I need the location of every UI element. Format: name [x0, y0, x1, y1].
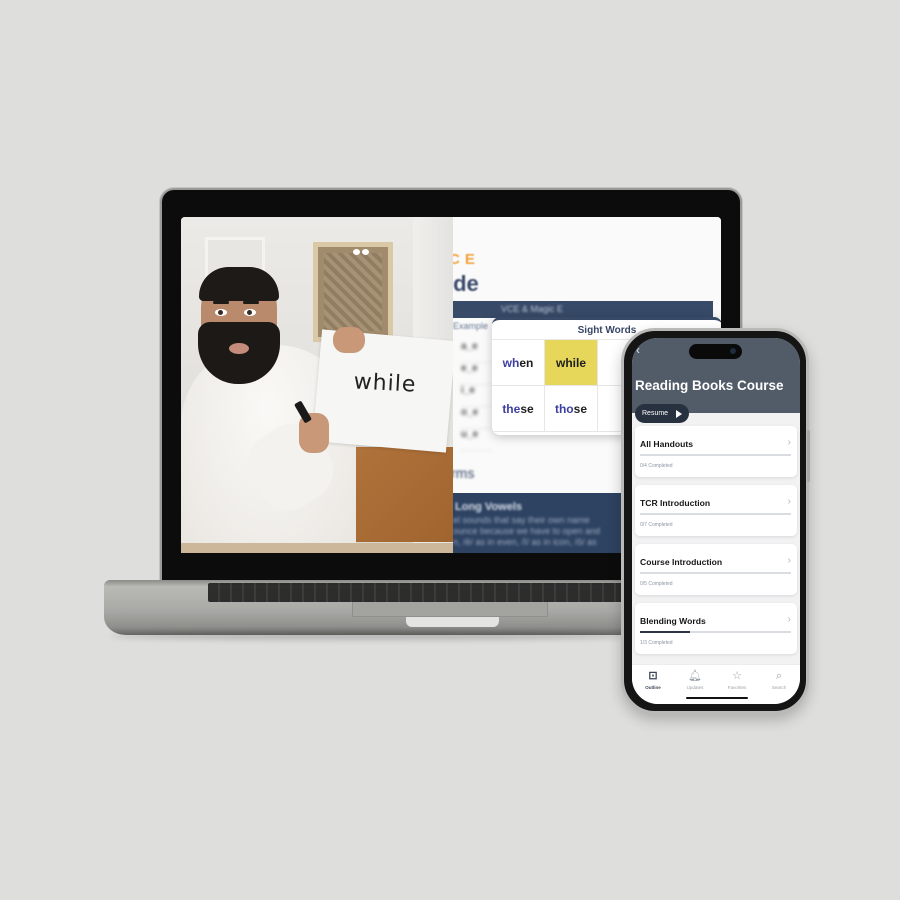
section-progress-bar — [640, 454, 791, 456]
laptop-shadow — [110, 632, 630, 640]
presenter-brow — [243, 301, 259, 304]
sight-word-text: while — [555, 355, 586, 370]
section-status: 0/7 Completed — [640, 522, 673, 528]
course-section-card[interactable]: TCR Introduction › 0/7 Completed — [635, 485, 797, 536]
whiteboard-word: while — [353, 369, 417, 398]
sight-word-text: se — [573, 401, 587, 416]
section-title: All Handouts — [640, 439, 693, 449]
guide-kicker: CE — [453, 251, 480, 268]
guide-table-header: VCE & Magic E — [453, 301, 713, 318]
presenter-mouth — [229, 343, 249, 354]
resume-label: Resume — [642, 410, 669, 417]
chevron-right-icon: › — [787, 496, 791, 507]
laptop-notch — [406, 617, 499, 627]
phone-side-button — [807, 430, 810, 482]
desk — [181, 543, 453, 553]
phone-screen: ‹ Reading Books Course Resume All Handou… — [632, 338, 800, 704]
section-title: Blending Words — [640, 616, 706, 626]
tab-label: Search — [771, 685, 787, 690]
guide-row: e_e — [461, 363, 491, 385]
whiteboard: while — [312, 329, 453, 453]
sight-word-digraph: tho — [554, 401, 574, 416]
course-section-card[interactable]: Blending Words › 1/3 Completed — [635, 603, 797, 654]
search-icon: ⌕ — [775, 670, 783, 682]
camera-icon — [730, 348, 736, 354]
background-lights — [353, 242, 373, 255]
laptop-keyboard — [208, 583, 638, 602]
guide-row: u_e — [461, 429, 491, 451]
chevron-right-icon: › — [787, 614, 791, 625]
home-indicator[interactable] — [686, 697, 748, 699]
book-open-icon: ⊡ — [648, 670, 658, 682]
sight-word-text: en — [519, 355, 534, 370]
tab-label: Updates — [686, 685, 704, 690]
resume-button[interactable]: Resume — [635, 404, 689, 423]
sight-word-cell[interactable]: while — [545, 340, 598, 386]
section-progress-fill — [640, 631, 691, 633]
long-vowels-line: ounce because we have to open and — [453, 526, 601, 536]
sight-word-cell[interactable]: the se — [492, 386, 545, 432]
guide-row: o_e — [461, 407, 491, 429]
section-title: TCR Introduction — [640, 498, 711, 508]
course-section-card[interactable]: Course Introduction › 0/5 Completed — [635, 544, 797, 595]
bell-icon: 🔔︎ — [688, 670, 702, 682]
section-status: 0/4 Completed — [640, 463, 673, 469]
tab-outline[interactable]: ⊡ Outline — [635, 670, 671, 704]
chevron-right-icon: › — [787, 437, 791, 448]
guide-row: i_e — [461, 385, 491, 407]
chevron-left-icon[interactable]: ‹ — [636, 343, 640, 357]
guide-table-title: VCE & Magic E — [501, 304, 564, 314]
lesson-video[interactable]: while — [181, 217, 453, 553]
tab-label: Favorites — [727, 685, 747, 690]
sight-word-text: se — [520, 401, 534, 416]
section-status: 0/5 Completed — [640, 581, 673, 587]
course-title: Reading Books Course — [635, 378, 784, 393]
chevron-right-icon: › — [787, 555, 791, 566]
tab-search[interactable]: ⌕ Search — [761, 670, 797, 704]
section-title: Course Introduction — [640, 557, 723, 567]
presenter-hand — [333, 327, 365, 353]
section-progress-bar — [640, 572, 791, 574]
presenter-hair — [199, 267, 279, 301]
presenter-eye — [215, 309, 227, 316]
guide-rows: a_e e_e i_e o_e u_e — [461, 341, 491, 451]
guide-title: ide — [453, 271, 479, 296]
sight-word-cell[interactable]: tho se — [545, 386, 598, 432]
star-icon: ☆ — [732, 670, 742, 682]
sight-word-digraph: wh — [502, 355, 520, 370]
sight-word-digraph: the — [502, 401, 521, 416]
course-section-card[interactable]: All Handouts › 0/4 Completed — [635, 426, 797, 477]
presenter-brow — [213, 301, 229, 304]
guide-terms-heading: rms — [453, 465, 475, 481]
dynamic-island — [689, 344, 742, 359]
guide-row: a_e — [461, 341, 491, 363]
sight-word-cell[interactable]: wh en — [492, 340, 545, 386]
section-progress-bar — [640, 631, 791, 633]
long-vowels-line: n, /ē/ as in even, /ī/ as in icon, /ō/ a… — [453, 537, 597, 547]
section-progress-bar — [640, 513, 791, 515]
tab-label: Outline — [645, 685, 661, 690]
long-vowels-line: el sounds that say their own name — [453, 515, 590, 525]
laptop-trackpad — [352, 602, 548, 617]
section-status: 1/3 Completed — [640, 640, 673, 646]
guide-column-header: Example — [453, 321, 489, 331]
course-section-list: All Handouts › 0/4 Completed TCR Introducti… — [632, 426, 800, 662]
presenter-eye — [244, 309, 256, 316]
play-icon — [676, 409, 683, 418]
long-vowels-title: Long Vowels — [455, 501, 523, 513]
